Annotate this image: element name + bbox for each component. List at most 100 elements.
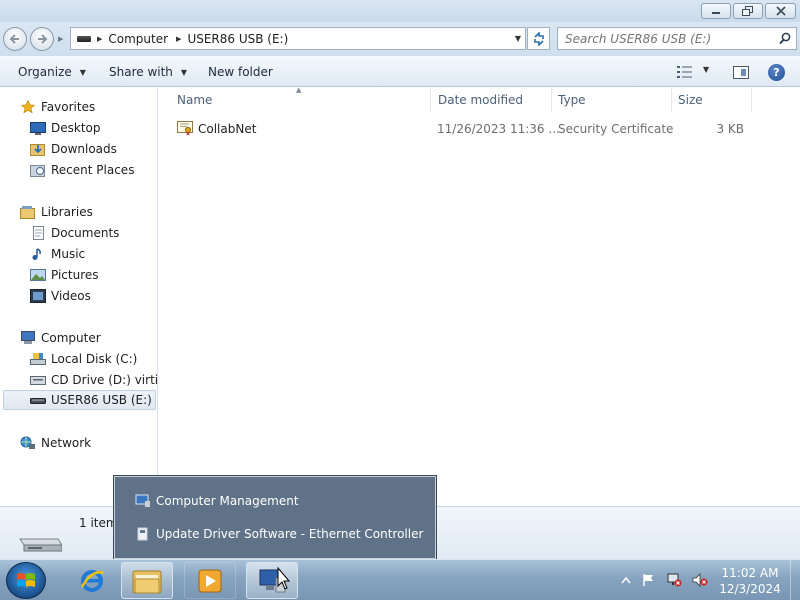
nav-usb-drive[interactable]: USER86 USB (E:) <box>3 390 156 410</box>
change-view-icon[interactable] <box>677 66 693 78</box>
show-hidden-icons-icon[interactable] <box>618 572 634 588</box>
column-header-type[interactable]: Type <box>552 88 672 112</box>
column-header-size[interactable]: Size <box>672 88 752 112</box>
nav-music-label: Music <box>51 247 86 261</box>
local-disk-icon <box>30 352 46 366</box>
search-icon[interactable] <box>779 32 791 45</box>
title-bar <box>0 0 800 22</box>
nav-desktop[interactable]: Desktop <box>30 118 158 138</box>
taskbar: 11:02 AM 12/3/2024 <box>0 559 800 600</box>
new-folder-button[interactable]: New folder <box>208 65 273 79</box>
breadcrumb-computer[interactable]: Computer <box>108 32 168 46</box>
file-size: 3 KB <box>716 122 744 136</box>
navigation-pane: Favorites Desktop Downloads Recent Place… <box>0 88 158 506</box>
file-date-modified: 11/26/2023 11:36 ... <box>437 122 560 136</box>
nav-recent-places-label: Recent Places <box>51 163 135 177</box>
jump-list-computer-management[interactable]: Computer Management <box>135 494 299 508</box>
network-status-icon[interactable] <box>666 572 682 588</box>
share-with-button[interactable]: Share with ▼ <box>109 65 187 79</box>
usb-drive-large-icon <box>19 538 62 552</box>
start-button[interactable] <box>6 562 46 599</box>
desktop-icon <box>30 121 46 135</box>
breadcrumb-usb[interactable]: USER86 USB (E:) <box>187 32 288 46</box>
new-folder-label: New folder <box>208 65 273 79</box>
nav-documents-label: Documents <box>51 226 120 240</box>
taskbar-windows-explorer[interactable] <box>121 562 173 599</box>
column-header-date-modified[interactable]: Date modified <box>432 88 552 112</box>
nav-local-disk-label: Local Disk (C:) <box>51 352 138 366</box>
jump-list-update-driver[interactable]: Update Driver Software - Ethernet Contro… <box>135 527 423 541</box>
system-clock[interactable]: 11:02 AM 12/3/2024 <box>718 565 782 597</box>
minimize-button[interactable] <box>701 3 731 19</box>
nav-downloads-label: Downloads <box>51 142 117 156</box>
videos-icon <box>30 289 46 303</box>
nav-computer[interactable]: Computer <box>20 328 156 348</box>
taskbar-jump-list: Computer Management Update Driver Softwa… <box>114 476 436 559</box>
action-center-flag-icon[interactable] <box>640 572 656 588</box>
security-certificate-icon <box>177 121 193 136</box>
nav-usb-drive-label: USER86 USB (E:) <box>51 393 152 407</box>
back-arrow-icon <box>9 34 19 44</box>
nav-desktop-label: Desktop <box>51 121 101 135</box>
nav-libraries[interactable]: Libraries <box>20 202 156 222</box>
music-icon <box>30 247 46 261</box>
cd-drive-icon <box>30 373 46 387</box>
nav-music[interactable]: Music <box>30 244 158 264</box>
forward-button[interactable] <box>30 27 54 51</box>
refresh-button[interactable] <box>527 27 550 50</box>
internet-explorer-icon <box>80 569 105 592</box>
network-icon <box>20 436 36 450</box>
preview-pane-button[interactable] <box>733 66 749 79</box>
jump-list-item-label: Computer Management <box>156 494 299 508</box>
show-desktop-button[interactable] <box>790 560 800 600</box>
column-header-name[interactable]: Name <box>171 88 431 112</box>
more-views-dropdown-icon[interactable]: ▼ <box>703 65 709 74</box>
address-box[interactable]: ▶ Computer ▶ USER86 USB (E:) ▼ <box>70 27 526 50</box>
file-list-pane: ▲ Name Date modified Type Size CollabNet… <box>159 86 800 506</box>
search-input[interactable] <box>565 31 777 46</box>
restore-button[interactable] <box>733 3 763 19</box>
breadcrumb-arrow-icon[interactable]: ▶ <box>97 35 102 43</box>
minimize-icon <box>712 12 720 14</box>
computer-icon <box>20 331 36 345</box>
taskbar-computer-management[interactable] <box>246 562 298 599</box>
nav-network[interactable]: Network <box>20 433 156 453</box>
organize-button[interactable]: Organize ▼ <box>18 65 86 79</box>
file-name: CollabNet <box>198 122 257 136</box>
star-icon <box>20 100 36 114</box>
chevron-down-icon: ▼ <box>180 67 188 77</box>
nav-network-label: Network <box>41 436 92 450</box>
nav-cd-drive-label: CD Drive (D:) virtio-w <box>51 373 158 387</box>
nav-favorites-label: Favorites <box>41 100 96 114</box>
nav-videos[interactable]: Videos <box>30 286 158 306</box>
folder-icon <box>132 570 162 593</box>
breadcrumb-arrow-icon[interactable]: ▶ <box>176 35 181 43</box>
help-icon[interactable]: ? <box>768 64 785 81</box>
taskbar-media-player[interactable] <box>184 562 236 599</box>
organize-label: Organize <box>18 65 72 79</box>
nav-recent-places[interactable]: Recent Places <box>30 160 158 180</box>
address-dropdown-icon[interactable]: ▼ <box>515 34 521 43</box>
search-box[interactable] <box>557 27 797 50</box>
usb-drive-icon <box>30 393 46 407</box>
nav-local-disk[interactable]: Local Disk (C:) <box>30 349 158 369</box>
taskbar-internet-explorer[interactable] <box>66 562 118 599</box>
nav-favorites[interactable]: Favorites <box>20 97 156 117</box>
nav-documents[interactable]: Documents <box>30 223 158 243</box>
column-header-size-label: Size <box>678 93 703 107</box>
recent-pages-dropdown[interactable]: ▶ <box>58 35 63 43</box>
back-button[interactable] <box>3 27 27 51</box>
driver-update-icon <box>137 527 148 541</box>
nav-downloads[interactable]: Downloads <box>30 139 158 159</box>
libraries-icon <box>20 205 36 219</box>
nav-pictures[interactable]: Pictures <box>30 265 158 285</box>
share-with-label: Share with <box>109 65 173 79</box>
volume-muted-icon[interactable] <box>692 572 708 588</box>
file-row[interactable]: CollabNet 11/26/2023 11:36 ... Security … <box>171 119 771 139</box>
close-button[interactable] <box>765 3 796 19</box>
pictures-icon <box>30 268 46 282</box>
column-header-type-label: Type <box>558 93 586 107</box>
nav-computer-label: Computer <box>41 331 101 345</box>
recent-places-icon <box>30 163 46 177</box>
nav-cd-drive[interactable]: CD Drive (D:) virtio-w <box>30 370 158 390</box>
